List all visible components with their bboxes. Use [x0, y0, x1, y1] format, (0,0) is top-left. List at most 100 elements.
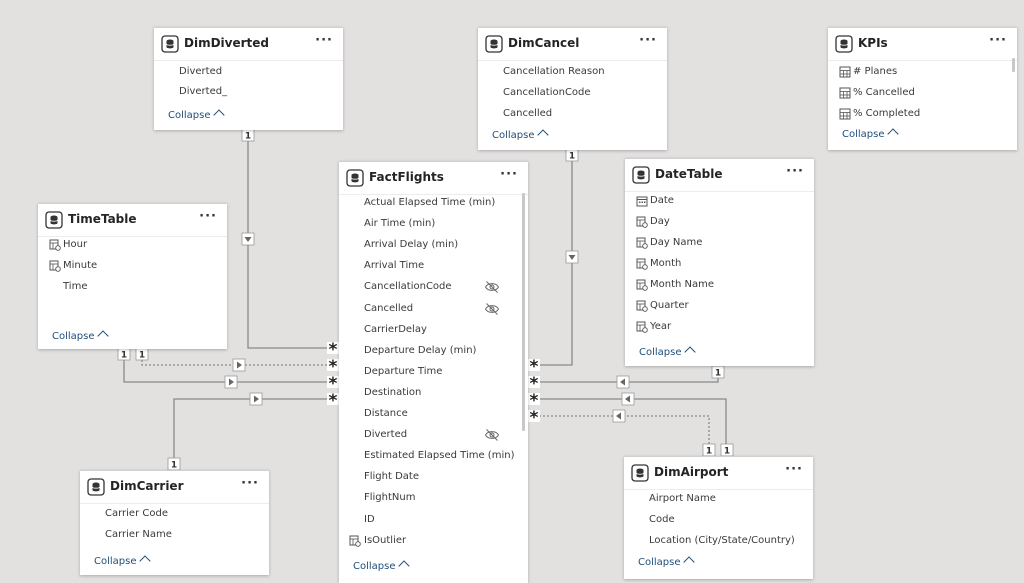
collapse-label: Collapse: [492, 130, 535, 141]
table-card-dim-carrier[interactable]: DimCarrier ··· Carrier Code Carrier Name Col…: [80, 470, 269, 575]
field-name: Hour: [63, 239, 88, 250]
scrollbar-thumb[interactable]: [522, 193, 525, 431]
table-card-dim-cancel[interactable]: DimCancel ··· Cancellation Reason Cancellat…: [478, 27, 667, 150]
table-card-header[interactable]: KPIs ···: [828, 28, 1017, 61]
more-options-icon[interactable]: ···: [989, 33, 1007, 48]
more-options-icon[interactable]: ···: [199, 209, 217, 224]
chevron-up-icon: [682, 556, 695, 568]
more-options-icon[interactable]: ···: [639, 33, 657, 48]
field-row[interactable]: % Completed: [828, 105, 1017, 125]
field-row[interactable]: Diverted: [339, 426, 528, 446]
field-row[interactable]: Actual Elapsed Time (min): [339, 194, 528, 214]
field-name: Diverted: [364, 429, 408, 441]
field-row[interactable]: CancellationCode: [478, 84, 667, 104]
field-row[interactable]: Year: [625, 318, 814, 338]
field-name: Actual Elapsed Time (min): [364, 197, 496, 208]
field-row[interactable]: Arrival Time: [339, 257, 528, 277]
field-row[interactable]: Quarter: [625, 297, 814, 317]
table-card-header[interactable]: DimDiverted ···: [154, 28, 343, 61]
field-row[interactable]: ID: [339, 511, 528, 531]
model-canvas[interactable]: 1 1 1 1 1 1 1 1 * * * * * * * * DimDiverted ··· Diverted D…: [0, 0, 1024, 583]
table-title: KPIs: [858, 36, 888, 50]
table-card-time-table[interactable]: TimeTable ··· Hour Minute Time Collapse: [38, 203, 227, 349]
svg-text:*: *: [530, 408, 539, 428]
field-row[interactable]: % Cancelled: [828, 84, 1017, 104]
field-row[interactable]: # Planes: [828, 63, 1017, 83]
table-card-header[interactable]: DimAirport ···: [624, 457, 813, 490]
chevron-up-icon: [683, 346, 696, 358]
field-row[interactable]: Destination: [339, 384, 528, 404]
cardinality-one-label: 1: [711, 365, 725, 379]
collapse-button[interactable]: Collapse: [638, 556, 695, 568]
field-name: Flight Date: [364, 471, 419, 483]
collapse-button[interactable]: Collapse: [52, 330, 109, 342]
field-row[interactable]: Month Name: [625, 276, 814, 296]
more-options-icon[interactable]: ···: [315, 33, 333, 48]
field-row[interactable]: Day Name: [625, 234, 814, 254]
field-row[interactable]: CarrierDelay: [339, 321, 528, 341]
field-row[interactable]: Distance: [339, 405, 528, 425]
collapse-button[interactable]: Collapse: [94, 555, 151, 567]
table-card-fact-flights[interactable]: FactFlights ··· Actual Elapsed Time (min) A…: [339, 161, 528, 583]
field-row[interactable]: Carrier Name: [80, 526, 269, 546]
field-row[interactable]: Cancellation Reason: [478, 63, 667, 83]
hidden-eye-icon[interactable]: [484, 280, 500, 294]
field-row[interactable]: Arrival Delay (min): [339, 236, 528, 256]
collapse-label: Collapse: [842, 129, 885, 140]
field-row[interactable]: IsOutlier: [339, 532, 528, 552]
collapse-button[interactable]: Collapse: [353, 560, 410, 572]
more-options-icon[interactable]: ···: [241, 476, 259, 491]
field-row[interactable]: Departure Delay (min): [339, 342, 528, 362]
table-card-date-table[interactable]: DateTable ··· Date Day Day Name Month Month Na…: [625, 158, 814, 366]
cardinality-many-label: *: [327, 391, 339, 411]
hidden-eye-icon[interactable]: [484, 428, 500, 442]
cross-filter-direction-icon: [232, 358, 246, 372]
table-icon: [161, 35, 179, 53]
field-row[interactable]: Code: [624, 511, 813, 531]
table-icon: [631, 464, 649, 482]
collapse-button[interactable]: Collapse: [492, 129, 549, 141]
table-card-header[interactable]: FactFlights ···: [339, 162, 528, 195]
field-name: CancellationCode: [364, 281, 452, 293]
collapse-button[interactable]: Collapse: [639, 346, 696, 358]
field-row[interactable]: CancellationCode: [339, 278, 528, 298]
table-card-dim-diverted[interactable]: DimDiverted ··· Diverted Diverted_ Collapse: [154, 27, 343, 130]
field-row[interactable]: Month: [625, 255, 814, 275]
field-row[interactable]: FlightNum: [339, 489, 528, 509]
field-row[interactable]: Estimated Elapsed Time (min): [339, 447, 528, 467]
field-row[interactable]: Cancelled: [339, 300, 528, 320]
scrollbar-thumb[interactable]: [1012, 58, 1015, 72]
hidden-eye-icon[interactable]: [484, 302, 500, 316]
more-options-icon[interactable]: ···: [785, 462, 803, 477]
table-card-dim-airport[interactable]: DimAirport ··· Airport Name Code Location (C…: [624, 456, 813, 579]
field-row[interactable]: Airport Name: [624, 490, 813, 510]
table-card-header[interactable]: DimCarrier ···: [80, 471, 269, 504]
collapse-button[interactable]: Collapse: [842, 128, 899, 140]
field-row[interactable]: Day: [625, 213, 814, 233]
field-row[interactable]: Time: [38, 278, 227, 298]
field-row[interactable]: Flight Date: [339, 468, 528, 488]
more-options-icon[interactable]: ···: [786, 164, 804, 179]
field-row[interactable]: Carrier Code: [80, 505, 269, 525]
table-card-header[interactable]: DimCancel ···: [478, 28, 667, 61]
hierarchy-icon: [636, 258, 648, 270]
field-row[interactable]: Diverted_: [154, 83, 343, 103]
table-card-kpis[interactable]: KPIs ··· # Planes % Cancelled % Completed Col…: [828, 27, 1017, 150]
field-name: Distance: [364, 408, 408, 419]
svg-text:1: 1: [139, 351, 145, 361]
cross-filter-direction-icon: [616, 375, 630, 389]
field-row[interactable]: Air Time (min): [339, 215, 528, 235]
table-card-header[interactable]: TimeTable ···: [38, 204, 227, 237]
field-row[interactable]: Date: [625, 192, 814, 212]
measure-icon: [839, 108, 851, 120]
table-title: TimeTable: [68, 212, 137, 226]
field-row[interactable]: Diverted: [154, 63, 343, 83]
collapse-button[interactable]: Collapse: [168, 109, 225, 121]
field-row[interactable]: Location (City/State/Country): [624, 532, 813, 552]
field-row[interactable]: Hour: [38, 236, 227, 256]
field-row[interactable]: Minute: [38, 257, 227, 277]
table-card-header[interactable]: DateTable ···: [625, 159, 814, 192]
field-row[interactable]: Departure Time: [339, 363, 528, 383]
more-options-icon[interactable]: ···: [500, 167, 518, 182]
field-row[interactable]: Cancelled: [478, 105, 667, 125]
